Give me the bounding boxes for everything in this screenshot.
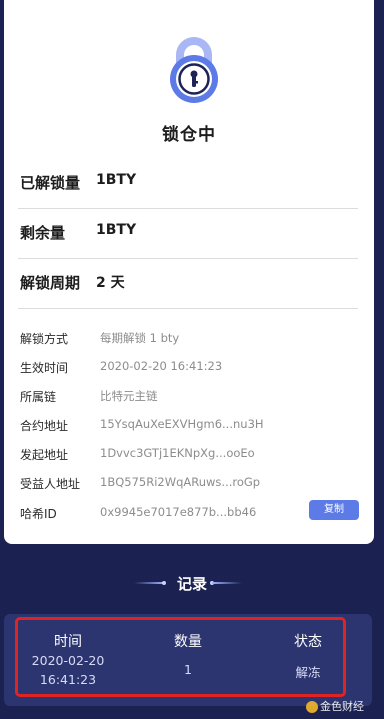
lock-icon <box>162 33 226 105</box>
effective-time-label: 生效时间 <box>20 361 69 375</box>
unlock-method-row: 解锁方式 每期解锁 1 bty <box>20 328 360 348</box>
beneficiary-address-value: 1BQ575Ri2WqARuws...roGp <box>100 475 261 489</box>
records-title: 记录 <box>176 575 207 593</box>
records-heading: 记录 <box>0 572 384 594</box>
copy-button[interactable]: 复制 <box>309 500 359 520</box>
record-highlight-box <box>15 617 346 697</box>
sender-address-value: 1Dvvc3GTj1EKNpXg...ooEo <box>100 446 255 460</box>
hash-id-label: 哈希ID <box>20 507 57 521</box>
unlocked-amount-row: 已解锁量 1BTY <box>18 158 358 209</box>
unlock-period-row: 解锁周期 2 天 <box>18 258 358 309</box>
chain-row: 所属链 比特元主链 <box>20 386 360 406</box>
watermark: 金色财经 <box>306 698 364 716</box>
watermark-text: 金色财经 <box>320 700 364 713</box>
remaining-amount-label: 剩余量 <box>20 224 66 242</box>
lock-detail-card: 锁仓中 已解锁量 1BTY 剩余量 1BTY 解锁周期 2 天 解锁方式 每期解… <box>4 0 374 544</box>
unlock-period-label: 解锁周期 <box>20 274 81 292</box>
beneficiary-address-label: 受益人地址 <box>20 477 81 491</box>
remaining-amount-value: 1BTY <box>96 222 137 238</box>
contract-address-value: 15YsqAuXeEXVHgm6...nu3H <box>100 417 264 431</box>
heading-divider-right <box>212 582 242 584</box>
coin-logo-icon <box>306 701 318 713</box>
chain-value: 比特元主链 <box>100 389 158 403</box>
unlocked-amount-label: 已解锁量 <box>20 174 81 192</box>
unlock-period-value: 2 天 <box>96 275 125 291</box>
unlocked-amount-value: 1BTY <box>96 172 137 188</box>
hash-id-value: 0x9945e7017e877b...bb46 <box>100 505 257 519</box>
sender-address-label: 发起地址 <box>20 448 69 462</box>
effective-time-value: 2020-02-20 16:41:23 <box>100 359 223 373</box>
contract-address-row: 合约地址 15YsqAuXeEXVHgm6...nu3H <box>20 415 360 435</box>
beneficiary-address-row: 受益人地址 1BQ575Ri2WqARuws...roGp <box>20 473 360 493</box>
unlock-method-value: 每期解锁 1 bty <box>100 331 180 345</box>
contract-address-label: 合约地址 <box>20 419 69 433</box>
chain-label: 所属链 <box>20 390 57 404</box>
unlock-method-label: 解锁方式 <box>20 332 69 346</box>
remaining-amount-row: 剩余量 1BTY <box>18 208 358 259</box>
lock-status-title: 锁仓中 <box>162 125 216 145</box>
effective-time-row: 生效时间 2020-02-20 16:41:23 <box>20 357 360 377</box>
sender-address-row: 发起地址 1Dvvc3GTj1EKNpXg...ooEo <box>20 444 360 464</box>
